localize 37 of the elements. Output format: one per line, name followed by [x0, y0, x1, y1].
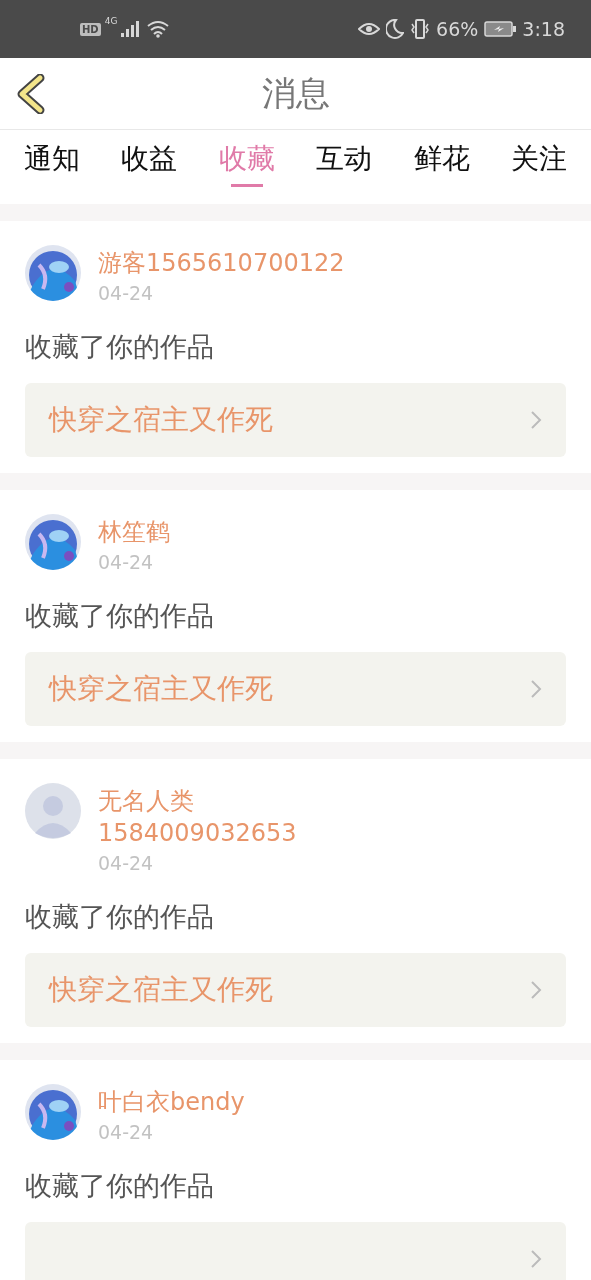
tab[interactable]: 鲜花	[413, 130, 470, 192]
message-date: 04-24	[98, 851, 155, 876]
signal-icon	[121, 21, 140, 37]
battery-icon	[484, 21, 517, 37]
wifi-icon	[147, 20, 170, 38]
message-date: 04-24	[98, 1120, 155, 1145]
chevron-right-icon	[530, 679, 542, 699]
eye-icon	[358, 21, 381, 37]
message-date: 04-24	[98, 550, 155, 575]
work-link[interactable]: 快穿之宿主又作死	[25, 652, 566, 726]
vibrate-icon	[410, 19, 431, 39]
user-name[interactable]: 叶白衣bendy	[98, 1086, 245, 1118]
message-text: 收藏了你的作品	[25, 330, 215, 364]
message-text: 收藏了你的作品	[25, 1169, 215, 1203]
clock: 3:18	[522, 18, 565, 40]
battery-percent: 66%	[436, 18, 479, 40]
user-name[interactable]: 无名人类1584009032653	[98, 785, 360, 849]
default-avatar-icon	[25, 783, 81, 839]
tab[interactable]: 关注	[510, 130, 567, 192]
tab[interactable]: 通知	[24, 130, 80, 192]
page-title: 消息	[261, 71, 330, 115]
chevron-right-icon	[530, 1249, 542, 1269]
tab[interactable]: 收益	[121, 130, 178, 192]
message-text: 收藏了你的作品	[25, 900, 215, 934]
message-text: 收藏了你的作品	[25, 599, 215, 633]
message-date: 04-24	[98, 281, 155, 306]
user-name[interactable]: 游客1565610700122	[98, 247, 345, 279]
chevron-right-icon	[530, 410, 542, 430]
work-link[interactable]: 快穿之宿主又作死	[25, 383, 566, 457]
moon-icon	[386, 19, 405, 39]
chevron-right-icon	[530, 980, 542, 1000]
network-type: 4G	[104, 16, 118, 26]
work-link[interactable]: 快穿之宿主又作死	[25, 953, 566, 1027]
user-name[interactable]: 林笙鹤	[98, 516, 170, 548]
tab[interactable]: 互动	[316, 130, 373, 192]
tab[interactable]: 收藏	[218, 130, 275, 192]
hd-badge: HD	[80, 22, 101, 36]
